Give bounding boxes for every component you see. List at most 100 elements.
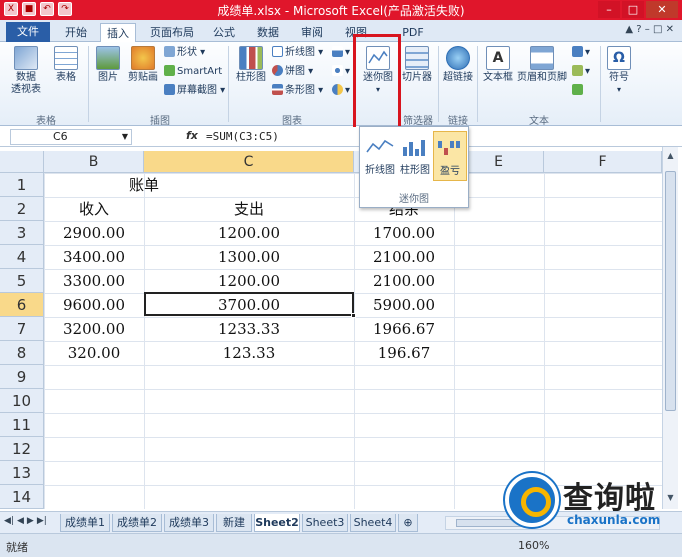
cell-expense[interactable]: 1200.00: [144, 221, 354, 245]
sparkline-line-option[interactable]: 折线图: [363, 131, 397, 181]
signature-line-button[interactable]: ▾: [572, 65, 590, 79]
tab-review[interactable]: 审阅: [294, 23, 330, 42]
picture-button[interactable]: 图片: [93, 46, 123, 84]
sheet-tab[interactable]: 新建: [216, 514, 252, 532]
row-header[interactable]: 7: [0, 317, 44, 341]
tab-insert[interactable]: 插入: [100, 23, 136, 42]
row-header[interactable]: 8: [0, 341, 44, 365]
bar-chart-button[interactable]: 条形图 ▾: [272, 84, 323, 98]
cell-income[interactable]: 320.00: [44, 341, 144, 365]
help-icon[interactable]: ?: [636, 24, 641, 35]
scroll-up-icon[interactable]: ▲: [665, 151, 676, 163]
cell-expense[interactable]: 1300.00: [144, 245, 354, 269]
active-cell-selection[interactable]: [144, 292, 356, 318]
slicer-button[interactable]: 切片器: [400, 46, 434, 84]
row-header-selected[interactable]: 6: [0, 293, 44, 317]
fill-handle[interactable]: [351, 313, 356, 318]
minimize-button[interactable]: –: [598, 1, 620, 18]
cell-title[interactable]: 账单: [44, 173, 244, 197]
tab-file[interactable]: 文件: [6, 22, 50, 42]
row-header[interactable]: 10: [0, 389, 44, 413]
workbook-restore-icon[interactable]: □: [653, 24, 662, 35]
line-chart-button[interactable]: 折线图 ▾: [272, 46, 323, 60]
row-header[interactable]: 4: [0, 245, 44, 269]
sheet-tab-active[interactable]: Sheet2: [254, 514, 300, 532]
workbook-minimize-icon[interactable]: –: [645, 24, 650, 35]
select-all-corner[interactable]: [0, 151, 44, 173]
cell-income[interactable]: 3400.00: [44, 245, 144, 269]
row-header[interactable]: 5: [0, 269, 44, 293]
textbox-button[interactable]: A 文本框: [480, 46, 516, 84]
cell-balance[interactable]: 2100.00: [354, 269, 454, 293]
pivot-table-button[interactable]: 数据 透视表: [6, 46, 46, 96]
cell-header-expense[interactable]: 支出: [144, 197, 354, 221]
next-sheet-icon[interactable]: ▶: [27, 516, 34, 526]
smartart-button[interactable]: SmartArt: [164, 65, 222, 79]
tab-formulas[interactable]: 公式: [206, 23, 242, 42]
vertical-scroll-thumb[interactable]: [665, 171, 676, 411]
close-button[interactable]: ✕: [646, 1, 678, 18]
cell-income[interactable]: 2900.00: [44, 221, 144, 245]
cell-expense[interactable]: 1200.00: [144, 269, 354, 293]
sheet-tab[interactable]: 成绩单1: [60, 514, 110, 532]
cell-expense[interactable]: 1233.33: [144, 317, 354, 341]
header-footer-button[interactable]: 页眉和页脚: [516, 46, 568, 84]
cell-income[interactable]: 3300.00: [44, 269, 144, 293]
clipart-button[interactable]: 剪贴画: [125, 46, 161, 84]
scatter-chart-button[interactable]: ▾: [332, 65, 350, 79]
prev-sheet-icon[interactable]: ◀: [17, 516, 24, 526]
row-header[interactable]: 12: [0, 437, 44, 461]
row-header[interactable]: 2: [0, 197, 44, 221]
tab-page-layout[interactable]: 页面布局: [142, 23, 202, 42]
column-header-b[interactable]: B: [44, 151, 144, 173]
sparkline-winloss-option[interactable]: 盈亏: [433, 131, 467, 181]
sparkline-column-option[interactable]: 柱形图: [398, 131, 432, 181]
row-header[interactable]: 9: [0, 365, 44, 389]
area-chart-button[interactable]: ▾: [332, 46, 350, 60]
sheet-tab[interactable]: Sheet4: [350, 514, 396, 532]
insert-sheet-icon[interactable]: ⊕: [398, 514, 418, 532]
collapse-ribbon-icon[interactable]: ▲: [625, 24, 633, 35]
workbook-close-icon[interactable]: ✕: [666, 24, 674, 35]
pie-chart-button[interactable]: 饼图 ▾: [272, 65, 313, 79]
table-button[interactable]: 表格: [50, 46, 82, 84]
sheet-tab[interactable]: Sheet3: [302, 514, 348, 532]
sheet-tab[interactable]: 成绩单2: [112, 514, 162, 532]
object-button[interactable]: [572, 84, 585, 98]
cell-balance[interactable]: 2100.00: [354, 245, 454, 269]
cell-balance[interactable]: 1966.67: [354, 317, 454, 341]
wordart-button[interactable]: ▾: [572, 46, 590, 60]
last-sheet-icon[interactable]: ▶|: [37, 516, 47, 526]
cell-income[interactable]: 9600.00: [44, 293, 144, 317]
row-header[interactable]: 13: [0, 461, 44, 485]
vertical-scrollbar[interactable]: ▲ ▼: [662, 147, 678, 509]
other-charts-button[interactable]: ▾: [332, 84, 350, 98]
row-header[interactable]: 1: [0, 173, 44, 197]
shapes-button[interactable]: 形状 ▾: [164, 46, 205, 60]
name-box[interactable]: C6 ▼: [10, 129, 132, 145]
screenshot-button[interactable]: 屏幕截图 ▾: [164, 84, 225, 98]
cell-balance[interactable]: 5900.00: [354, 293, 454, 317]
row-header[interactable]: 11: [0, 413, 44, 437]
row-header[interactable]: 14: [0, 485, 44, 509]
tab-data[interactable]: 数据: [250, 23, 286, 42]
row-header[interactable]: 3: [0, 221, 44, 245]
column-header-c[interactable]: C: [144, 151, 354, 173]
tab-home[interactable]: 开始: [56, 23, 96, 42]
column-chart-button[interactable]: 柱形图: [234, 46, 268, 84]
cell-balance[interactable]: 196.67: [354, 341, 454, 365]
cell-header-income[interactable]: 收入: [44, 197, 144, 221]
sheet-tab[interactable]: 成绩单3: [164, 514, 214, 532]
column-header-f[interactable]: F: [544, 151, 662, 173]
chevron-down-icon[interactable]: ▼: [122, 130, 128, 144]
tab-pdf[interactable]: PDF: [398, 23, 428, 42]
cell-expense[interactable]: 123.33: [144, 341, 354, 365]
cell-balance[interactable]: 1700.00: [354, 221, 454, 245]
formula-input[interactable]: =SUM(C3:C5): [206, 130, 279, 143]
first-sheet-icon[interactable]: ◀|: [4, 516, 14, 526]
hyperlink-button[interactable]: 超链接: [441, 46, 475, 84]
insert-function-icon[interactable]: fx: [186, 129, 198, 142]
cell-income[interactable]: 3200.00: [44, 317, 144, 341]
maximize-button[interactable]: □: [622, 1, 644, 18]
symbol-button[interactable]: Ω 符号 ▾: [604, 46, 634, 96]
